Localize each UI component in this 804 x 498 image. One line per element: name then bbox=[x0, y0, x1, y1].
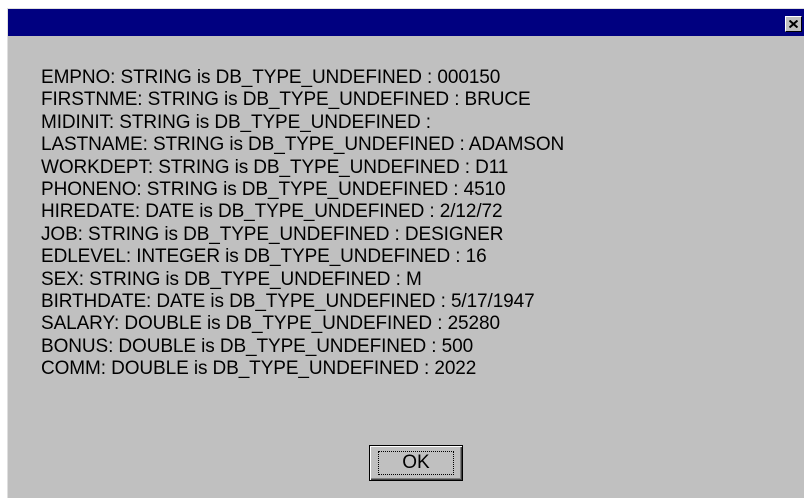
message-line: SEX: STRING is DB_TYPE_UNDEFINED : M bbox=[41, 268, 422, 290]
message-line: EMPNO: STRING is DB_TYPE_UNDEFINED : 000… bbox=[41, 67, 501, 88]
message-line: FIRSTNME: STRING is DB_TYPE_UNDEFINED : … bbox=[41, 89, 531, 111]
message-dialog: EMPNO: STRING is DB_TYPE_UNDEFINED : 000… bbox=[7, 8, 804, 498]
message-line: HIREDATE: DATE is DB_TYPE_UNDEFINED : 2/… bbox=[41, 201, 503, 223]
title-bar bbox=[8, 9, 804, 36]
close-icon bbox=[789, 20, 798, 28]
message-line: LASTNAME: STRING is DB_TYPE_UNDEFINED : … bbox=[41, 134, 565, 156]
message-line: JOB: STRING is DB_TYPE_UNDEFINED : DESIG… bbox=[41, 223, 504, 245]
message-text: EMPNO: STRING is DB_TYPE_UNDEFINED : 000… bbox=[41, 67, 794, 381]
ok-button[interactable]: OK bbox=[369, 445, 463, 481]
message-line: BIRTHDATE: DATE is DB_TYPE_UNDEFINED : 5… bbox=[41, 291, 535, 313]
message-line: WORKDEPT: STRING is DB_TYPE_UNDEFINED : … bbox=[41, 156, 509, 178]
message-line: PHONENO: STRING is DB_TYPE_UNDEFINED : 4… bbox=[41, 179, 506, 201]
message-line: COMM: DOUBLE is DB_TYPE_UNDEFINED : 2022 bbox=[41, 358, 477, 380]
close-button[interactable] bbox=[785, 16, 802, 32]
message-line: BONUS: DOUBLE is DB_TYPE_UNDEFINED : 500 bbox=[41, 335, 474, 357]
ok-button-label: OK bbox=[378, 451, 454, 475]
message-line: SALARY: DOUBLE is DB_TYPE_UNDEFINED : 25… bbox=[41, 313, 500, 335]
message-line: EDLEVEL: INTEGER is DB_TYPE_UNDEFINED : … bbox=[41, 246, 487, 268]
message-line: MIDINIT: STRING is DB_TYPE_UNDEFINED : bbox=[41, 111, 431, 133]
